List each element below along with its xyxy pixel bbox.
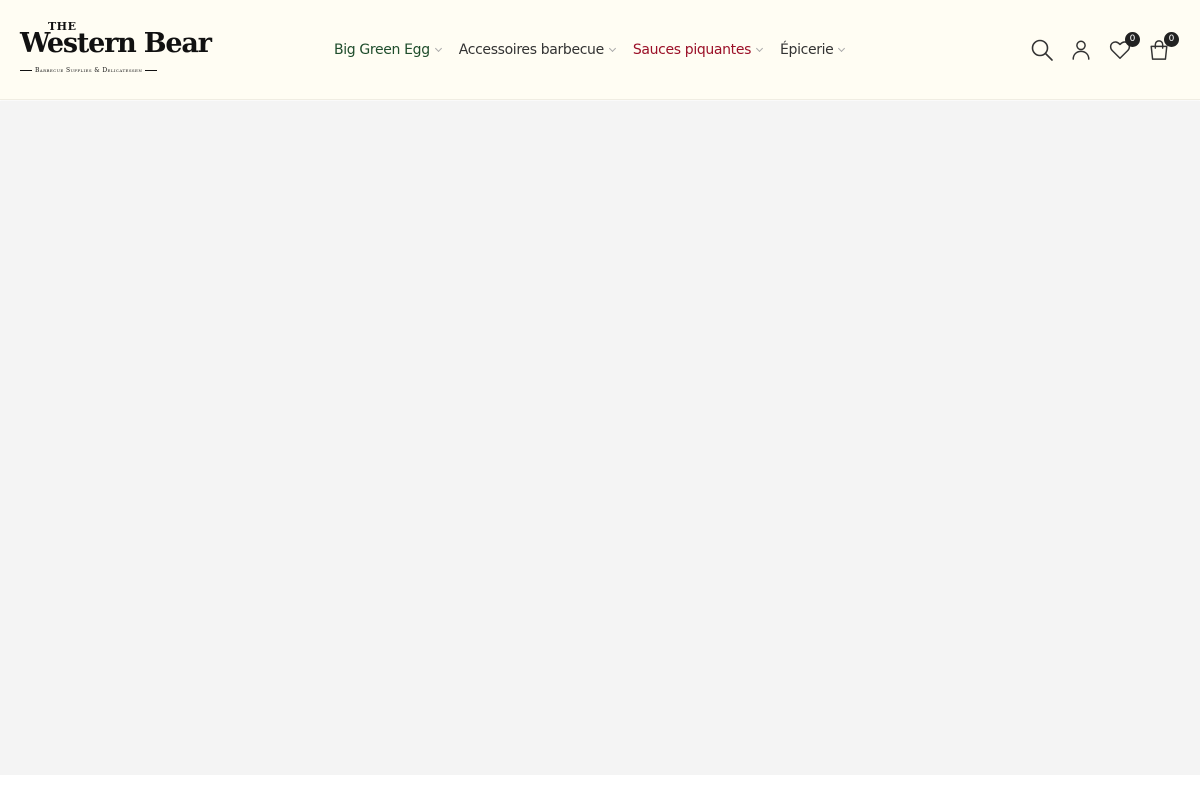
cart-count-badge: 0 bbox=[1164, 32, 1179, 47]
search-icon bbox=[1031, 39, 1053, 61]
main-content-area bbox=[0, 101, 1200, 775]
nav-item-accessoires-barbecue[interactable]: Accessoires barbecue bbox=[458, 42, 616, 58]
chevron-down-icon bbox=[838, 44, 846, 53]
nav-item-label: Épicerie bbox=[780, 42, 834, 58]
site-header: THE Western Bear Barbecue Supplies & Del… bbox=[0, 0, 1200, 100]
nav-item-sauces-piquantes[interactable]: Sauces piquantes bbox=[632, 42, 764, 58]
tagline-left-dash bbox=[20, 70, 32, 71]
nav-item-label: Sauces piquantes bbox=[632, 42, 752, 58]
logo-brand-name: Western Bear bbox=[20, 28, 212, 59]
tagline-right-dash bbox=[145, 70, 158, 71]
page-bottom-strip bbox=[0, 775, 1200, 800]
main-nav: Big Green Egg Accessoires barbecue Sauce… bbox=[334, 38, 862, 62]
user-icon bbox=[1072, 40, 1090, 60]
header-actions: 0 0 bbox=[1017, 32, 1179, 64]
chevron-down-icon bbox=[608, 44, 616, 53]
cart-button[interactable]: 0 bbox=[1145, 32, 1179, 64]
logo-tagline: Barbecue Supplies & Delicatessen bbox=[20, 67, 190, 74]
brand-logo[interactable]: THE Western Bear Barbecue Supplies & Del… bbox=[20, 18, 212, 78]
wishlist-button[interactable]: 0 bbox=[1106, 32, 1140, 64]
chevron-down-icon bbox=[434, 44, 442, 53]
nav-item-big-green-egg[interactable]: Big Green Egg bbox=[334, 42, 442, 58]
account-button[interactable] bbox=[1067, 36, 1095, 64]
chevron-down-icon bbox=[755, 44, 764, 53]
wishlist-count-badge: 0 bbox=[1125, 32, 1140, 47]
nav-item-label: Big Green Egg bbox=[334, 42, 430, 58]
nav-item-epicerie[interactable]: Épicerie bbox=[780, 42, 846, 58]
nav-item-label: Accessoires barbecue bbox=[458, 42, 604, 58]
tagline-text: Barbecue Supplies & Delicatessen bbox=[35, 67, 143, 74]
search-button[interactable] bbox=[1028, 36, 1056, 64]
